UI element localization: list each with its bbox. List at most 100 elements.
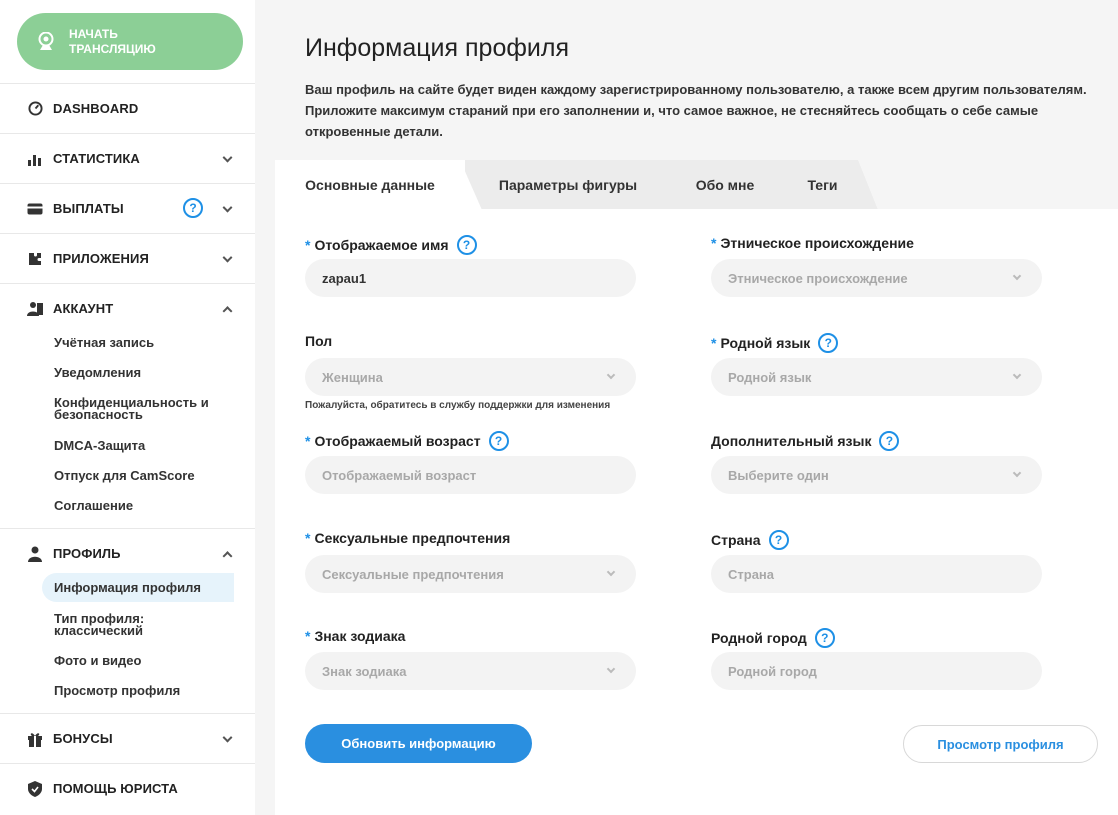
sub-item-agreement[interactable]: Соглашение (54, 499, 133, 512)
nav-payouts[interactable]: ВЫПЛАТЫ ? (0, 183, 255, 233)
user-icon (27, 546, 43, 562)
nav-legal-help-label: ПОМОЩЬ ЮРИСТА (53, 781, 178, 796)
native-language-label-text: Родной язык (720, 335, 811, 351)
nav-profile-label: ПРОФИЛЬ (53, 546, 121, 561)
country-input[interactable] (711, 555, 1042, 593)
help-icon[interactable]: ? (818, 333, 839, 353)
additional-language-value: Выберите один (728, 467, 829, 483)
ethnicity-select[interactable]: Этническое происхождение (711, 259, 1042, 297)
native-language-value: Родной язык (728, 369, 812, 385)
chevron-down-icon (1012, 370, 1022, 380)
sexual-pref-value: Сексуальные предпочтения (322, 566, 504, 582)
sub-item-profile-info[interactable]: Информация профиля (54, 581, 201, 594)
webcam-icon (37, 31, 55, 52)
nav-apps[interactable]: ПРИЛОЖЕНИЯ (0, 233, 255, 283)
additional-language-label: Дополнительный язык ? (711, 431, 900, 451)
help-icon[interactable]: ? (879, 431, 900, 451)
chevron-up-icon (222, 550, 233, 561)
hometown-label: Родной город ? (711, 628, 835, 648)
ethnicity-value: Этническое происхождение (728, 270, 908, 286)
native-language-label: * Родной язык ? (711, 333, 839, 353)
sub-item-notifications[interactable]: Уведомления (54, 366, 141, 379)
required-mark: * (711, 335, 717, 351)
nav-apps-label: ПРИЛОЖЕНИЯ (53, 251, 149, 266)
tab-tags[interactable]: Теги (790, 160, 855, 210)
shield-icon (27, 780, 43, 797)
country-label: Страна ? (711, 530, 789, 550)
additional-language-select[interactable]: Выберите один (711, 456, 1042, 494)
country-label-text: Страна (711, 532, 761, 548)
gender-label: Пол (305, 333, 332, 349)
display-age-label: * Отображаемый возраст ? (305, 431, 509, 451)
display-name-label-text: Отображаемое имя (314, 237, 449, 253)
chevron-down-icon (606, 370, 616, 380)
nav-bonuses[interactable]: БОНУСЫ (0, 713, 255, 763)
puzzle-icon (27, 251, 43, 267)
account-icon (27, 301, 43, 317)
chevron-down-icon (606, 664, 616, 674)
gauge-icon (27, 101, 43, 117)
ethnicity-label: * Этническое происхождение (711, 235, 914, 251)
nav-statistics[interactable]: СТАТИСТИКА (0, 133, 255, 183)
help-icon[interactable]: ? (183, 198, 203, 218)
nav-dashboard-label: DASHBOARD (53, 101, 139, 116)
sub-item-dmca[interactable]: DMCA-Защита (54, 439, 145, 452)
update-info-button[interactable]: Обновить информацию (305, 724, 532, 763)
tab-basic-data[interactable]: Основные данные (275, 160, 465, 210)
gender-label-text: Пол (305, 333, 333, 349)
chevron-down-icon (222, 252, 233, 263)
nav-statistics-label: СТАТИСТИКА (53, 151, 140, 166)
required-mark: * (305, 628, 311, 644)
preview-profile-button[interactable]: Просмотр профиля (903, 725, 1098, 763)
zodiac-value: Знак зодиака (322, 663, 407, 679)
chevron-down-icon (222, 202, 233, 213)
chevron-down-icon (222, 152, 233, 163)
zodiac-select[interactable]: Знак зодиака (305, 652, 636, 690)
nav-account[interactable]: АККАУНТ (0, 283, 255, 333)
gender-value: Женщина (322, 369, 383, 385)
nav-legal-help[interactable]: ПОМОЩЬ ЮРИСТА (0, 763, 255, 813)
nav-profile[interactable]: ПРОФИЛЬ (0, 528, 255, 578)
display-name-input[interactable] (305, 259, 636, 297)
display-name-label: * Отображаемое имя ? (305, 235, 477, 255)
start-broadcast-label: НАЧАТЬ ТРАНСЛЯЦИЮ (69, 26, 156, 56)
chevron-down-icon (1012, 271, 1022, 281)
start-broadcast-button[interactable]: НАЧАТЬ ТРАНСЛЯЦИЮ (17, 13, 243, 70)
sub-item-profile-type[interactable]: Тип профиля: классический (54, 612, 214, 637)
sub-item-account[interactable]: Учётная запись (54, 336, 154, 349)
sub-item-vacation[interactable]: Отпуск для CamScore (54, 469, 195, 482)
zodiac-label: * Знак зодиака (305, 628, 405, 644)
required-mark: * (711, 235, 717, 251)
sexual-pref-label: * Сексуальные предпочтения (305, 530, 510, 546)
sub-item-profile-preview[interactable]: Просмотр профиля (54, 684, 180, 697)
main-content: Информация профиля Ваш профиль на сайте … (255, 0, 1118, 815)
sidebar: НАЧАТЬ ТРАНСЛЯЦИЮ DASHBOARD СТАТИСТИКА В… (0, 0, 255, 815)
tab-body-params[interactable]: Параметры фигуры (478, 160, 658, 210)
help-icon[interactable]: ? (768, 530, 789, 550)
required-mark: * (305, 433, 311, 449)
sexual-pref-select[interactable]: Сексуальные предпочтения (305, 555, 636, 593)
nav-payouts-label: ВЫПЛАТЫ (53, 201, 124, 216)
gender-select[interactable]: Женщина (305, 358, 636, 396)
hometown-input[interactable] (711, 652, 1042, 690)
chevron-down-icon (222, 732, 233, 743)
display-age-input[interactable] (305, 456, 636, 494)
nav-account-label: АККАУНТ (53, 301, 114, 316)
help-icon[interactable]: ? (456, 235, 477, 255)
page-title: Информация профиля (305, 34, 570, 62)
required-mark: * (305, 237, 311, 253)
card-icon (27, 201, 43, 217)
help-icon[interactable]: ? (488, 431, 509, 451)
sub-item-media[interactable]: Фото и видео (54, 654, 141, 667)
tab-about-me[interactable]: Обо мне (675, 160, 775, 210)
page-description: Ваш профиль на сайте будет виден каждому… (305, 82, 1087, 139)
bar-chart-icon (27, 151, 43, 167)
ethnicity-label-text: Этническое происхождение (720, 235, 914, 251)
tab-corner (858, 160, 878, 210)
nav-bonuses-label: БОНУСЫ (53, 731, 113, 746)
nav-dashboard[interactable]: DASHBOARD (0, 83, 255, 133)
native-language-select[interactable]: Родной язык (711, 358, 1042, 396)
sub-item-privacy[interactable]: Конфиденциальность и безопасность (54, 396, 234, 421)
help-icon[interactable]: ? (814, 628, 835, 648)
chevron-up-icon (222, 305, 233, 316)
